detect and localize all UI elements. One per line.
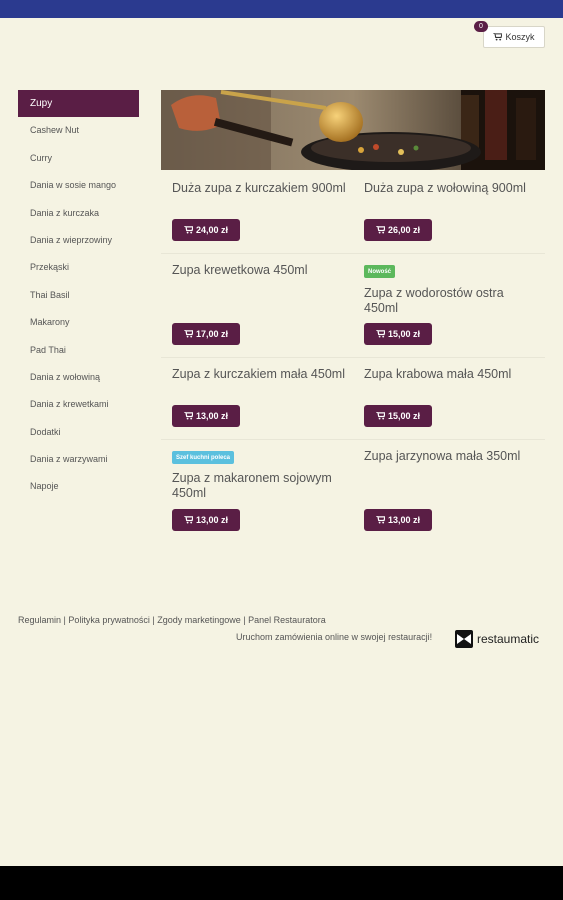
- chef-recommends-badge: Szef kuchni poleca: [172, 451, 235, 464]
- sidebar-item-curry[interactable]: Curry: [18, 145, 139, 172]
- add-to-cart-button[interactable]: 15,00 zł: [364, 405, 432, 427]
- sidebar-item-warzywa[interactable]: Dania z warzywami: [18, 446, 139, 473]
- row-divider: [161, 253, 545, 254]
- footer-link-privacy[interactable]: Polityka prywatności: [68, 615, 150, 625]
- row-divider: [161, 439, 545, 440]
- add-to-cart-button[interactable]: 26,00 zł: [364, 219, 432, 241]
- product-card[interactable]: Duża zupa z kurczakiem 900ml: [172, 181, 347, 196]
- sidebar-item-pad-thai[interactable]: Pad Thai: [18, 337, 139, 364]
- product-name: Zupa z kurczakiem mała 450ml: [172, 367, 345, 381]
- product-card[interactable]: Zupa krabowa mała 450ml: [364, 367, 539, 382]
- add-to-cart-button[interactable]: 17,00 zł: [172, 323, 240, 345]
- price-label: 15,00 zł: [387, 329, 421, 339]
- restaumatic-brand[interactable]: restaumatic: [455, 630, 539, 648]
- cart-count-badge: 0: [474, 21, 488, 32]
- product-name: Duża zupa z kurczakiem 900ml: [172, 181, 346, 195]
- cart-icon: [184, 412, 193, 420]
- category-sidebar: Zupy Cashew Nut Curry Dania w sosie mang…: [18, 90, 139, 501]
- new-badge: Nowość: [364, 265, 396, 278]
- restaumatic-logo-icon: [455, 630, 473, 648]
- cart-icon: [184, 226, 193, 234]
- product-card[interactable]: Zupa z wodorostów ostra 450ml: [364, 286, 539, 316]
- hero-image-wok: [161, 90, 545, 170]
- price-label: 26,00 zł: [387, 225, 421, 235]
- cart-button[interactable]: Koszyk: [483, 26, 545, 48]
- price-label: 17,00 zł: [195, 329, 229, 339]
- footer-cta-text[interactable]: Uruchom zamówienia online w swojej resta…: [236, 632, 432, 642]
- sidebar-item-napoje[interactable]: Napoje: [18, 473, 139, 500]
- cart-icon: [184, 330, 193, 338]
- cart-label: Koszyk: [505, 32, 535, 42]
- product-card[interactable]: Zupa z kurczakiem mała 450ml: [172, 367, 347, 382]
- add-to-cart-button[interactable]: 13,00 zł: [172, 405, 240, 427]
- sidebar-item-krewetki[interactable]: Dania z krewetkami: [18, 391, 139, 418]
- sidebar-item-dodatki[interactable]: Dodatki: [18, 419, 139, 446]
- add-to-cart-button[interactable]: 13,00 zł: [172, 509, 240, 531]
- sidebar-item-przekaski[interactable]: Przekąski: [18, 254, 139, 281]
- bottom-bar: [0, 866, 563, 900]
- product-card[interactable]: Zupa z makaronem sojowym 450ml: [172, 471, 347, 501]
- sidebar-item-kurczak[interactable]: Dania z kurczaka: [18, 200, 139, 227]
- price-label: 13,00 zł: [195, 515, 229, 525]
- add-to-cart-button[interactable]: 13,00 zł: [364, 509, 432, 531]
- sidebar-item-wieprzowina[interactable]: Dania z wieprzowiny: [18, 227, 139, 254]
- sidebar-item-wolowina[interactable]: Dania z wołowiną: [18, 364, 139, 391]
- price-label: 13,00 zł: [387, 515, 421, 525]
- cart-icon: [376, 516, 385, 524]
- sidebar-item-makarony[interactable]: Makarony: [18, 309, 139, 336]
- top-bar: [0, 0, 563, 18]
- footer-link-marketing[interactable]: Zgody marketingowe: [157, 615, 241, 625]
- cart-icon: [493, 33, 503, 41]
- price-label: 24,00 zł: [195, 225, 229, 235]
- product-name: Zupa jarzynowa mała 350ml: [364, 449, 521, 463]
- product-name: Zupa z makaronem sojowym 450ml: [172, 471, 332, 500]
- add-to-cart-button[interactable]: 24,00 zł: [172, 219, 240, 241]
- cart-icon: [376, 412, 385, 420]
- footer-links: Regulamin | Polityka prywatności | Zgody…: [18, 615, 326, 625]
- sidebar-item-zupy[interactable]: Zupy: [18, 90, 139, 118]
- brand-name: restaumatic: [477, 632, 540, 646]
- product-card[interactable]: Duża zupa z wołowiną 900ml: [364, 181, 539, 196]
- product-name: Zupa krewetkowa 450ml: [172, 263, 308, 277]
- price-label: 15,00 zł: [387, 411, 421, 421]
- footer-link-regulamin[interactable]: Regulamin: [18, 615, 61, 625]
- price-label: 13,00 zł: [195, 411, 229, 421]
- cart-icon: [376, 226, 385, 234]
- sidebar-item-cashew-nut[interactable]: Cashew Nut: [18, 117, 139, 144]
- product-card[interactable]: Zupa krewetkowa 450ml: [172, 263, 347, 278]
- product-card[interactable]: Zupa jarzynowa mała 350ml: [364, 449, 539, 464]
- row-divider: [161, 357, 545, 358]
- add-to-cart-button[interactable]: 15,00 zł: [364, 323, 432, 345]
- cart-icon: [376, 330, 385, 338]
- footer-link-restaurant-panel[interactable]: Panel Restauratora: [248, 615, 326, 625]
- product-name: Zupa z wodorostów ostra 450ml: [364, 286, 504, 315]
- product-name: Zupa krabowa mała 450ml: [364, 367, 512, 381]
- cart-icon: [184, 516, 193, 524]
- sidebar-item-thai-basil[interactable]: Thai Basil: [18, 282, 139, 309]
- product-name: Duża zupa z wołowiną 900ml: [364, 181, 526, 195]
- sidebar-item-mango[interactable]: Dania w sosie mango: [18, 172, 139, 199]
